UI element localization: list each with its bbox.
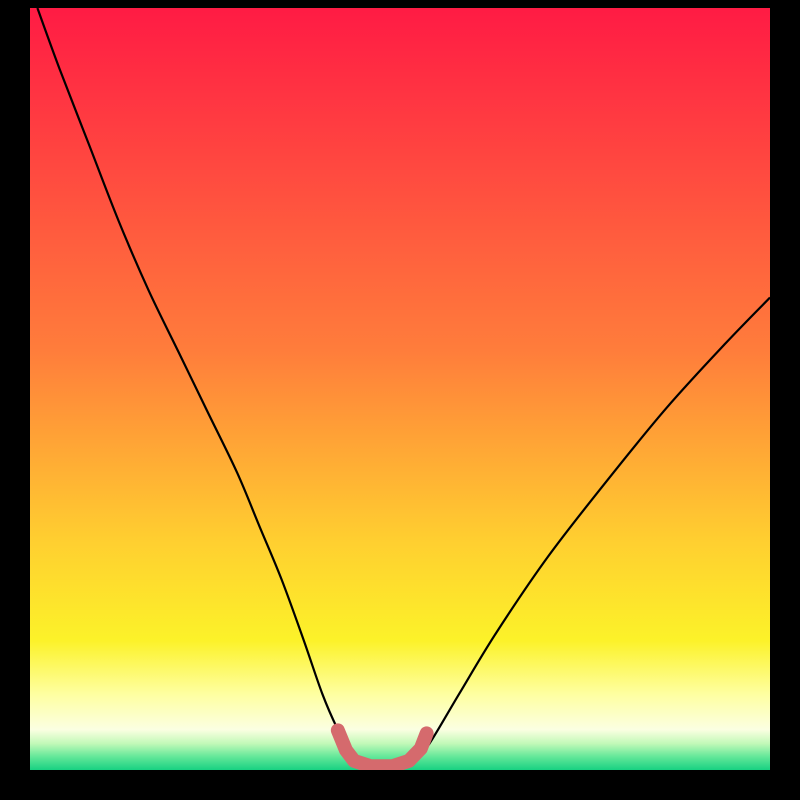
- bottleneck-chart: [30, 8, 770, 770]
- chart-container: TheBottleneck.com: [0, 0, 800, 800]
- gradient-background: [30, 8, 770, 770]
- plot-area: [30, 8, 770, 770]
